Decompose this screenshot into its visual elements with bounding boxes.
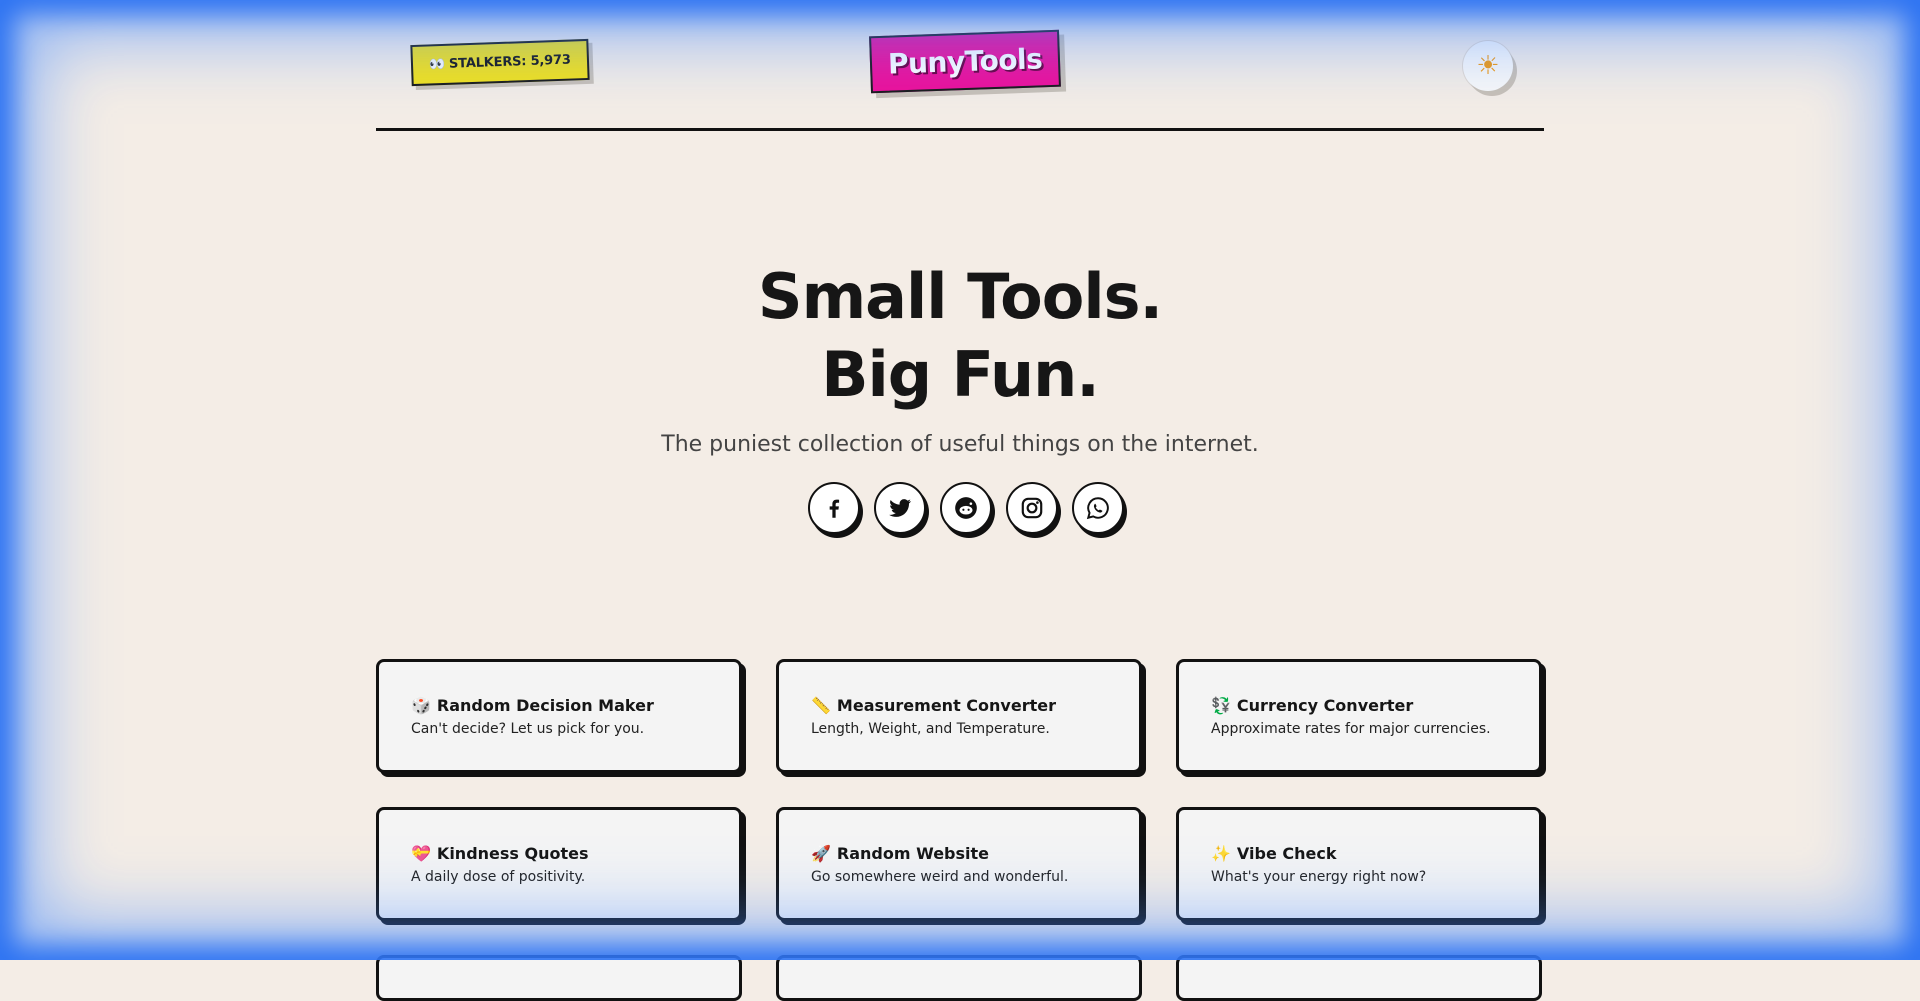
tools-grid: 🎲 Random Decision Maker Can't decide? Le… xyxy=(376,659,1542,921)
tool-card-vibe-check[interactable]: ✨ Vibe Check What's your energy right no… xyxy=(1176,807,1542,921)
tool-card-description: A daily dose of positivity. xyxy=(411,869,586,885)
tool-card-description: Length, Weight, and Temperature. xyxy=(811,721,1050,737)
stalkers-badge: 👀 STALKERS: 5,973 xyxy=(410,38,590,87)
tool-card-description: Go somewhere weird and wonderful. xyxy=(811,869,1069,885)
tool-card-title: 🚀 Random Website xyxy=(811,844,1107,863)
twitter-share-button[interactable] xyxy=(874,482,926,534)
reddit-icon xyxy=(955,497,977,519)
sparkles-icon: ✨ xyxy=(1211,844,1231,863)
tool-card-currency-converter[interactable]: 💱 Currency Converter Approximate rates f… xyxy=(1176,659,1542,773)
tool-card-partial[interactable] xyxy=(376,955,742,1001)
rocket-icon: 🚀 xyxy=(811,844,831,863)
tool-title-text: Random Website xyxy=(836,844,990,863)
site-header: 👀 STALKERS: 5,973 PunyTools ☀ xyxy=(376,0,1544,131)
tool-card-measurement-converter[interactable]: 📏 Measurement Converter Length, Weight, … xyxy=(776,659,1142,773)
heart-gift-icon: 💝 xyxy=(411,844,431,863)
eyes-icon: 👀 xyxy=(428,56,446,73)
hero-title-line-1: Small Tools. xyxy=(757,260,1163,333)
instagram-share-button[interactable] xyxy=(1006,482,1058,534)
tool-card-title: 📏 Measurement Converter xyxy=(811,696,1107,715)
theme-toggle-button[interactable]: ☀ xyxy=(1463,41,1513,91)
tools-grid-next-row xyxy=(376,955,1542,1001)
reddit-share-button[interactable] xyxy=(940,482,992,534)
hero-title-line-2: Big Fun. xyxy=(821,338,1100,411)
tool-card-title: 🎲 Random Decision Maker xyxy=(411,696,707,715)
sun-icon: ☀ xyxy=(1476,51,1500,81)
tool-card-kindness-quotes[interactable]: 💝 Kindness Quotes A daily dose of positi… xyxy=(376,807,742,921)
tool-card-description: What's your energy right now? xyxy=(1211,869,1427,885)
tool-card-random-website[interactable]: 🚀 Random Website Go somewhere weird and … xyxy=(776,807,1142,921)
stalkers-count: STALKERS: 5,973 xyxy=(448,52,571,72)
currency-exchange-icon: 💱 xyxy=(1211,696,1231,715)
hero-subtitle: The puniest collection of useful things … xyxy=(661,432,1259,457)
tool-card-partial[interactable] xyxy=(1176,955,1542,1001)
instagram-icon xyxy=(1021,497,1043,519)
hero-title: Small Tools. Big Fun. xyxy=(376,258,1544,414)
tool-card-title: ✨ Vibe Check xyxy=(1211,844,1507,863)
whatsapp-icon xyxy=(1086,497,1109,520)
tool-title-text: Random Decision Maker xyxy=(436,696,654,715)
dice-icon: 🎲 xyxy=(411,696,431,715)
twitter-icon xyxy=(889,499,912,517)
facebook-icon xyxy=(829,499,840,518)
tool-title-text: Measurement Converter xyxy=(836,696,1056,715)
tool-card-title: 💝 Kindness Quotes xyxy=(411,844,707,863)
ruler-icon: 📏 xyxy=(811,696,831,715)
tool-card-title: 💱 Currency Converter xyxy=(1211,696,1507,715)
facebook-share-button[interactable] xyxy=(808,482,860,534)
social-share-row xyxy=(808,482,1124,534)
tool-title-text: Currency Converter xyxy=(1236,696,1414,715)
tool-title-text: Vibe Check xyxy=(1236,844,1337,863)
tool-card-description: Approximate rates for major currencies. xyxy=(1211,721,1491,737)
whatsapp-share-button[interactable] xyxy=(1072,482,1124,534)
page-container: 👀 STALKERS: 5,973 PunyTools ☀ Small Tool… xyxy=(376,0,1544,1001)
tool-card-description: Can't decide? Let us pick for you. xyxy=(411,721,645,737)
tool-card-partial[interactable] xyxy=(776,955,1142,1001)
tool-card-random-decision-maker[interactable]: 🎲 Random Decision Maker Can't decide? Le… xyxy=(376,659,742,773)
site-logo[interactable]: PunyTools xyxy=(869,29,1062,94)
tool-title-text: Kindness Quotes xyxy=(436,844,589,863)
